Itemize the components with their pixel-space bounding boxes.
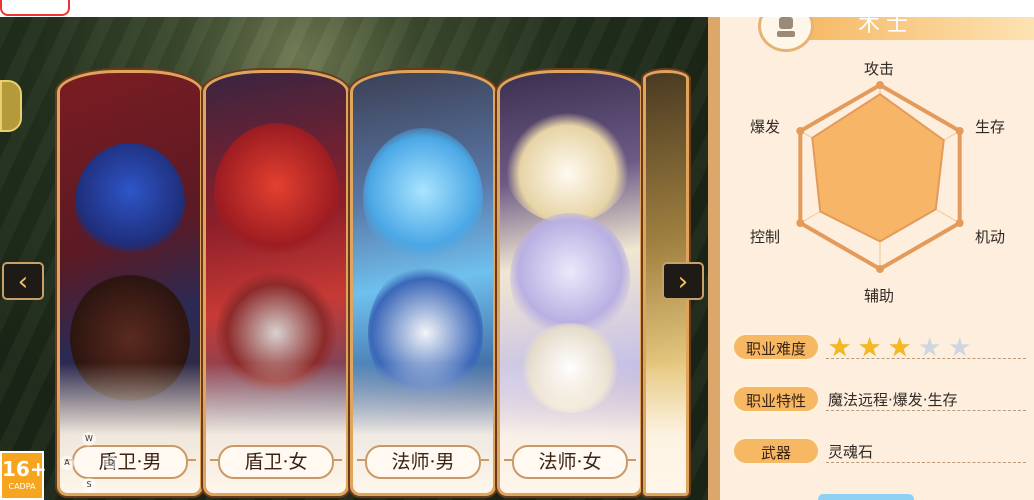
class-info-panel: 术士 攻击 生存 机动 辅助 控制 爆发 职业难度 ★ ★ ★ ★ ★ 职业特性 魔法远… <box>718 0 1034 500</box>
key-a: A <box>60 456 74 470</box>
difficulty-label: 职业难度 <box>732 333 820 361</box>
age-rating-badge: 16+ CADPA <box>0 451 47 500</box>
weapon-label: 武器 <box>732 437 820 465</box>
key-d: D <box>104 456 118 470</box>
class-label: 法师·男 <box>357 445 489 479</box>
traits-value: 魔法远程·爆发·生存 <box>828 391 958 409</box>
class-card-mage-female[interactable]: 法师·女 <box>497 70 643 496</box>
next-arrow-button[interactable]: › <box>662 262 704 300</box>
radar-label-mobility: 机动 <box>975 228 1006 246</box>
radar-vertex-dot <box>876 265 884 273</box>
prev-arrow-button[interactable]: ‹ <box>2 262 44 300</box>
weapon-value: 灵魂石 <box>828 443 874 461</box>
side-menu-badge[interactable] <box>0 80 22 132</box>
key-s: S <box>82 478 96 492</box>
radar-label-survival: 生存 <box>975 118 1006 136</box>
key-w: W <box>82 432 96 446</box>
class-card-mage-male[interactable]: 法师·男 <box>350 70 496 496</box>
radar-label-attack: 攻击 <box>864 60 895 78</box>
radar-value-area <box>811 92 945 243</box>
radar-vertex-dot <box>876 81 884 89</box>
top-tab[interactable] <box>0 0 70 16</box>
confirm-button[interactable] <box>818 494 914 500</box>
radar-label-support: 辅助 <box>864 287 895 305</box>
chevron-left-icon: ‹ <box>17 267 29 297</box>
character-select-screen: 盾卫·男 盾卫·女 法师·男 法师·女 ‹ › W A D S 16+ CADP… <box>0 0 1034 500</box>
wasd-overlay: W A D S <box>58 428 124 494</box>
radar-vertex-dot <box>796 219 805 227</box>
class-label: 盾卫·女 <box>210 445 342 479</box>
radar-vertex-dot <box>955 127 964 135</box>
attribute-radar-chart <box>796 81 964 273</box>
radar-vertex-dot <box>955 219 964 227</box>
radar-vertex-dot <box>796 127 805 135</box>
chevron-right-icon: › <box>677 267 689 297</box>
top-bar <box>0 0 1034 17</box>
class-card-shield-female[interactable]: 盾卫·女 <box>203 70 349 496</box>
class-label: 法师·女 <box>504 445 636 479</box>
radar-label-burst: 爆发 <box>750 118 781 136</box>
panel-divider <box>708 0 720 500</box>
traits-label: 职业特性 <box>732 385 820 413</box>
radar-label-control: 控制 <box>750 228 781 246</box>
